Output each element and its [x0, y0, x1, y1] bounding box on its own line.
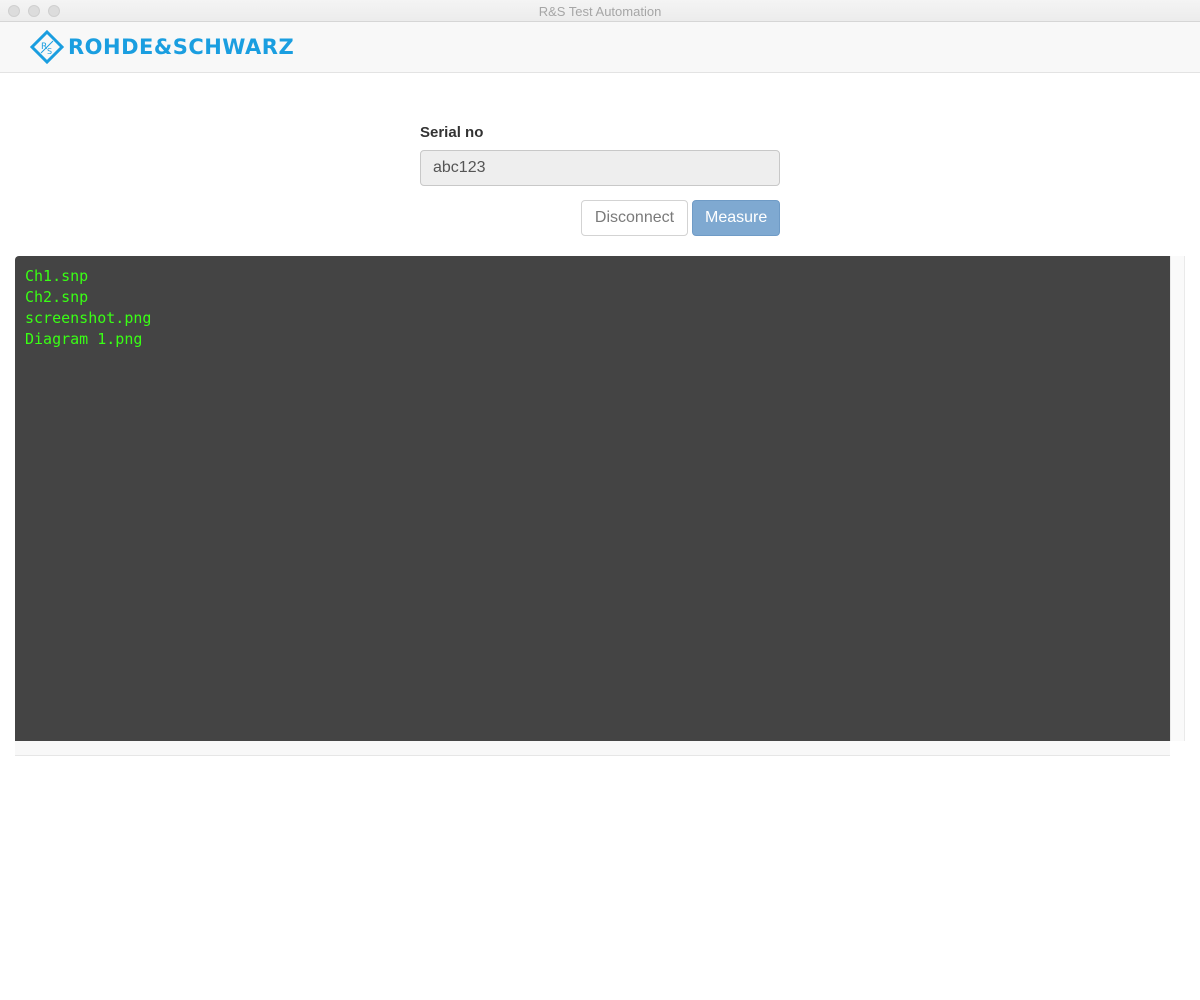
brand-name: ROHDE&SCHWARZ [68, 35, 295, 59]
console-line: Diagram 1.png [25, 330, 143, 348]
disconnect-button[interactable]: Disconnect [581, 200, 688, 236]
window-titlebar: R&S Test Automation [0, 0, 1200, 22]
serial-input[interactable] [420, 150, 780, 186]
action-bar: Disconnect Measure [420, 200, 780, 236]
svg-text:S: S [47, 47, 52, 56]
measure-button[interactable]: Measure [692, 200, 780, 236]
console-line: screenshot.png [25, 309, 152, 327]
serial-form: Serial no [420, 124, 780, 186]
window-title: R&S Test Automation [538, 4, 662, 19]
console-vertical-scrollbar[interactable] [1170, 256, 1185, 741]
brand-logo: R S ROHDE&SCHWARZ [30, 30, 294, 64]
rohde-schwarz-logo-icon: R S [30, 30, 64, 64]
output-console: Ch1.snp Ch2.snp screenshot.png Diagram 1… [15, 256, 1185, 756]
serial-label: Serial no [420, 124, 484, 141]
console-output[interactable]: Ch1.snp Ch2.snp screenshot.png Diagram 1… [15, 256, 1170, 741]
console-horizontal-scrollbar[interactable] [15, 741, 1170, 756]
app-header: R S ROHDE&SCHWARZ [0, 22, 1200, 73]
console-line: Ch2.snp [25, 288, 89, 306]
console-line: Ch1.snp [25, 267, 89, 285]
